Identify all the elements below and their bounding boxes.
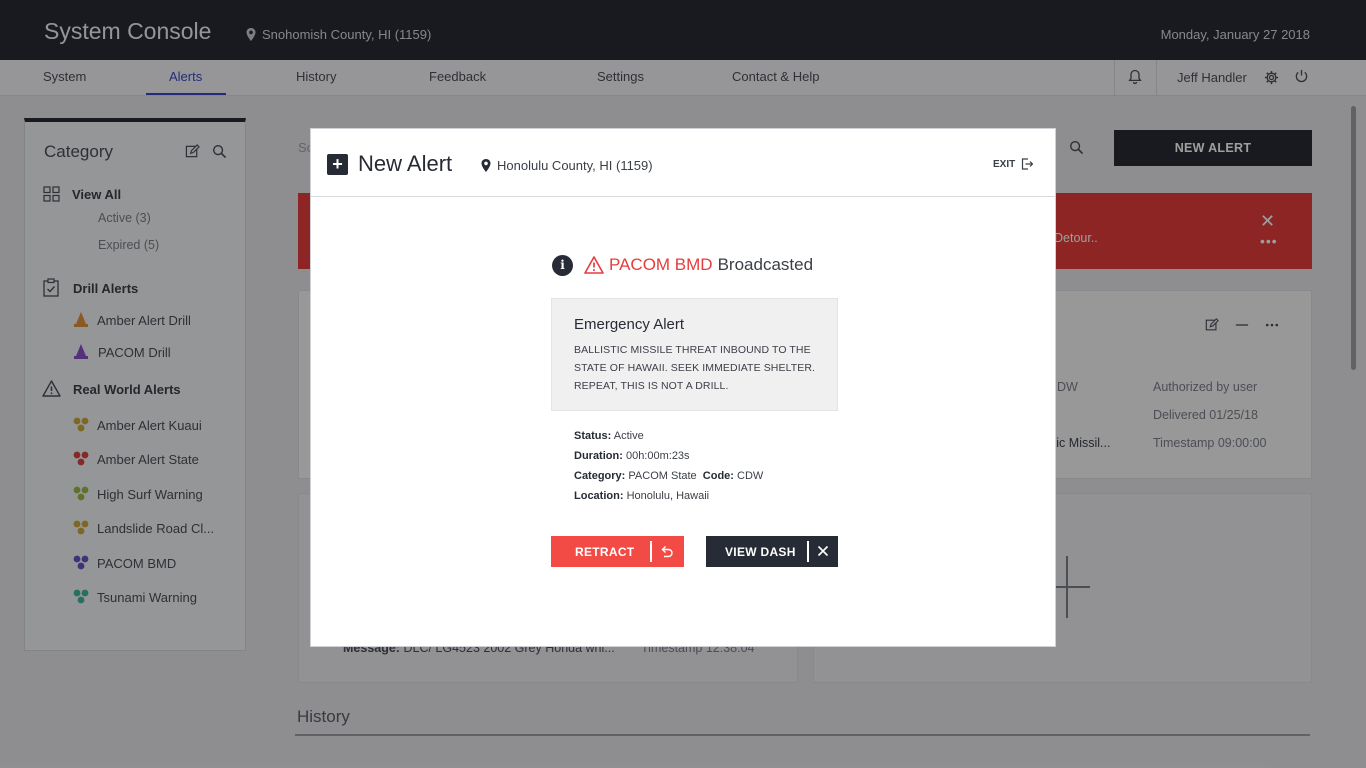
detail-category: Category: PACOM State Code: CDW: [574, 466, 763, 486]
location-value: Honolulu, Hawaii: [626, 490, 710, 502]
status-value: Active: [613, 430, 644, 442]
category-label: Category:: [574, 470, 626, 482]
retract-button[interactable]: RETRACT: [551, 536, 684, 567]
modal-title: New Alert: [358, 151, 453, 176]
status-label: Status:: [574, 430, 612, 442]
broadcast-status: i PACOM BMD Broadcasted: [552, 253, 813, 277]
exit-button[interactable]: EXIT: [993, 158, 1034, 170]
modal-header: + New Alert Honolulu County, HI (1159) E…: [311, 129, 1055, 197]
button-divider: [650, 541, 652, 562]
emergency-title: Emergency Alert: [574, 316, 685, 333]
modal-location: Honolulu County, HI (1159): [481, 158, 653, 173]
emergency-body: BALLISTIC MISSILE THREAT INBOUND TO THE …: [574, 344, 816, 392]
view-dash-label: VIEW DASH: [725, 545, 796, 559]
detail-location: Location: Honolulu, Hawaii: [574, 486, 763, 506]
duration-value: 00h:00m:23s: [625, 450, 690, 462]
location-pin-icon: [481, 159, 491, 172]
new-alert-modal: + New Alert Honolulu County, HI (1159) E…: [310, 128, 1056, 647]
location-label: Location:: [574, 490, 624, 502]
view-dash-button[interactable]: VIEW DASH: [706, 536, 838, 567]
code-value: CDW: [737, 470, 764, 482]
modal-location-label: Honolulu County, HI (1159): [497, 158, 653, 173]
status-word: Broadcasted: [717, 255, 814, 274]
button-divider: [807, 541, 809, 562]
code-label: Code:: [702, 470, 734, 482]
info-icon[interactable]: i: [552, 254, 573, 276]
detail-duration: Duration: 00h:00m:23s: [574, 446, 763, 466]
status-alert-name: PACOM BMD: [609, 255, 713, 274]
exit-label: EXIT: [993, 158, 1016, 170]
duration-label: Duration:: [574, 450, 623, 462]
undo-icon: [661, 546, 673, 558]
close-icon[interactable]: [817, 545, 829, 557]
detail-status: Status: Active: [574, 426, 763, 446]
exit-icon: [1022, 158, 1034, 170]
retract-label: RETRACT: [575, 545, 635, 559]
category-value: PACOM State: [628, 470, 697, 482]
warning-icon: [584, 256, 604, 274]
plus-icon: +: [327, 154, 348, 175]
emergency-alert-box: Emergency Alert BALLISTIC MISSILE THREAT…: [551, 298, 838, 411]
alert-details: Status: Active Duration: 00h:00m:23s Cat…: [574, 426, 763, 506]
